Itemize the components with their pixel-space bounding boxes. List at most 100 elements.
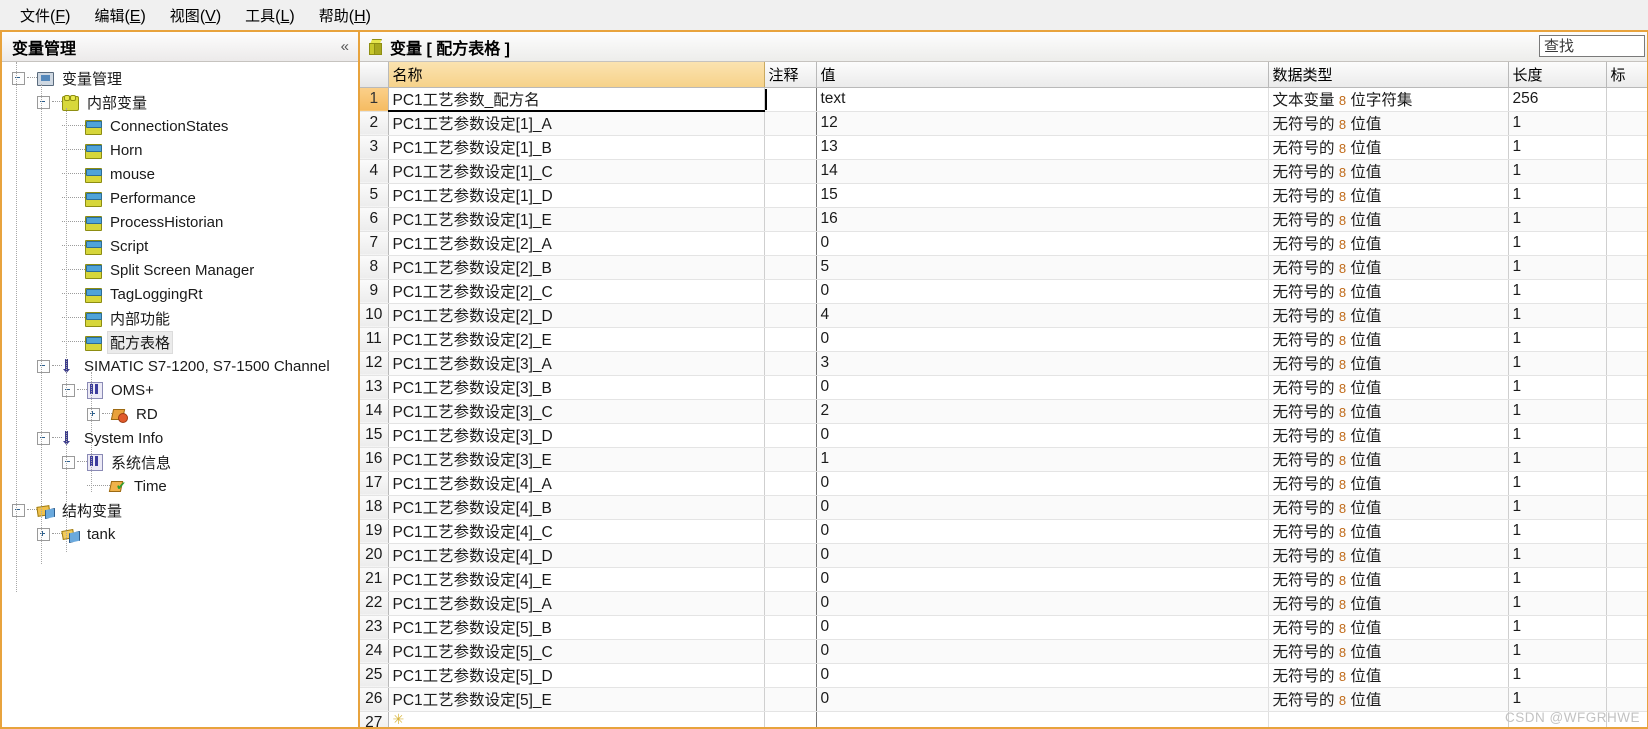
table-row[interactable]: 11 PC1工艺参数设定[2]_E 0 无符号的 8 位值 1 <box>360 327 1647 352</box>
cell-extra[interactable] <box>1606 159 1647 184</box>
column-header-comment[interactable]: 注释 <box>764 62 817 88</box>
search-input[interactable] <box>1539 35 1645 57</box>
table-row[interactable]: 2 PC1工艺参数设定[1]_A 12 无符号的 8 位值 1 <box>360 111 1647 136</box>
cell-comment[interactable] <box>764 279 817 304</box>
cell-value[interactable]: 15 <box>816 183 1269 208</box>
cell-type[interactable]: 无符号的 8 位值 <box>1268 231 1509 256</box>
cell-name[interactable]: PC1工艺参数设定[3]_A <box>388 351 765 376</box>
cell-value[interactable]: 0 <box>816 423 1269 448</box>
cell-extra[interactable] <box>1606 423 1647 448</box>
cell-comment[interactable] <box>764 351 817 376</box>
cell-value[interactable]: 0 <box>816 543 1269 568</box>
column-header-length[interactable]: 长度 <box>1508 62 1607 88</box>
tree-item-20[interactable]: tank <box>2 522 358 546</box>
collapse-panel-icon[interactable]: « <box>341 38 349 55</box>
tree-item-18[interactable]: Time <box>2 474 358 498</box>
cell-extra[interactable] <box>1606 591 1647 616</box>
cell-type[interactable]: 无符号的 8 位值 <box>1268 423 1509 448</box>
cell-type[interactable]: 无符号的 8 位值 <box>1268 663 1509 688</box>
cell-type[interactable]: 无符号的 8 位值 <box>1268 471 1509 496</box>
cell-extra[interactable] <box>1606 471 1647 496</box>
cell-name[interactable]: PC1工艺参数设定[4]_D <box>388 543 765 568</box>
cell-name[interactable]: PC1工艺参数_配方名 <box>388 87 765 112</box>
cell-length[interactable]: 1 <box>1508 183 1607 208</box>
column-header-type[interactable]: 数据类型 <box>1268 62 1509 88</box>
cell-extra[interactable] <box>1606 519 1647 544</box>
cell-rownum[interactable]: 14 <box>360 399 389 424</box>
cell-extra[interactable] <box>1606 303 1647 328</box>
cell-value[interactable]: 0 <box>816 567 1269 592</box>
cell-extra[interactable] <box>1606 111 1647 136</box>
collapse-icon[interactable] <box>62 455 75 469</box>
cell-comment[interactable] <box>764 543 817 568</box>
cell-comment[interactable] <box>764 687 817 712</box>
cell-type[interactable]: 无符号的 8 位值 <box>1268 447 1509 472</box>
cell-extra[interactable] <box>1606 543 1647 568</box>
cell-length[interactable]: 1 <box>1508 663 1607 688</box>
cell-value[interactable]: 0 <box>816 471 1269 496</box>
column-header-rownum[interactable] <box>360 62 389 88</box>
cell-name[interactable] <box>388 711 765 727</box>
tree-item-2[interactable]: 内部变量 <box>2 90 358 114</box>
column-header-name[interactable]: 名称 <box>388 62 765 88</box>
cell-extra[interactable] <box>1606 279 1647 304</box>
table-row[interactable]: 7 PC1工艺参数设定[2]_A 0 无符号的 8 位值 1 <box>360 231 1647 256</box>
collapse-icon[interactable] <box>62 383 75 397</box>
cell-comment[interactable] <box>764 87 817 112</box>
cell-type[interactable]: 无符号的 8 位值 <box>1268 591 1509 616</box>
collapse-icon[interactable] <box>37 431 50 445</box>
cell-rownum[interactable]: 23 <box>360 615 389 640</box>
tree-item-13[interactable]: SIMATIC S7-1200, S7-1500 Channel <box>2 354 358 378</box>
cell-rownum[interactable]: 17 <box>360 471 389 496</box>
cell-rownum[interactable]: 11 <box>360 327 389 352</box>
cell-name[interactable]: PC1工艺参数设定[1]_A <box>388 111 765 136</box>
cell-comment[interactable] <box>764 159 817 184</box>
cell-type[interactable]: 无符号的 8 位值 <box>1268 183 1509 208</box>
table-row[interactable]: 25 PC1工艺参数设定[5]_D 0 无符号的 8 位值 1 <box>360 663 1647 688</box>
cell-rownum[interactable]: 2 <box>360 111 389 136</box>
cell-type[interactable]: 无符号的 8 位值 <box>1268 207 1509 232</box>
table-row[interactable]: 4 PC1工艺参数设定[1]_C 14 无符号的 8 位值 1 <box>360 159 1647 184</box>
cell-value[interactable]: 4 <box>816 303 1269 328</box>
table-row[interactable]: 26 PC1工艺参数设定[5]_E 0 无符号的 8 位值 1 <box>360 687 1647 712</box>
cell-rownum[interactable]: 21 <box>360 567 389 592</box>
tree-item-3[interactable]: ConnectionStates <box>2 114 358 138</box>
cell-name[interactable]: PC1工艺参数设定[4]_C <box>388 519 765 544</box>
cell-length[interactable]: 1 <box>1508 159 1607 184</box>
cell-extra[interactable] <box>1606 447 1647 472</box>
cell-value[interactable]: 2 <box>816 399 1269 424</box>
cell-length[interactable]: 1 <box>1508 375 1607 400</box>
cell-value[interactable]: 12 <box>816 111 1269 136</box>
cell-name[interactable]: PC1工艺参数设定[5]_D <box>388 663 765 688</box>
variable-tree[interactable]: 变量管理 内部变量 ConnectionStates Horn mouse Perform… <box>2 62 358 727</box>
table-row[interactable]: 10 PC1工艺参数设定[2]_D 4 无符号的 8 位值 1 <box>360 303 1647 328</box>
cell-length[interactable]: 1 <box>1508 495 1607 520</box>
cell-value[interactable]: 0 <box>816 639 1269 664</box>
cell-type[interactable]: 无符号的 8 位值 <box>1268 639 1509 664</box>
cell-comment[interactable] <box>764 207 817 232</box>
cell-comment[interactable] <box>764 519 817 544</box>
cell-extra[interactable] <box>1606 399 1647 424</box>
collapse-icon[interactable] <box>37 359 50 373</box>
cell-comment[interactable] <box>764 495 817 520</box>
cell-rownum[interactable]: 27 <box>360 711 389 727</box>
cell-length[interactable]: 1 <box>1508 255 1607 280</box>
cell-comment[interactable] <box>764 111 817 136</box>
cell-rownum[interactable]: 9 <box>360 279 389 304</box>
menu-item-4[interactable]: 工具(L) <box>233 3 307 28</box>
cell-rownum[interactable]: 5 <box>360 183 389 208</box>
cell-name[interactable]: PC1工艺参数设定[4]_B <box>388 495 765 520</box>
table-row[interactable]: 9 PC1工艺参数设定[2]_C 0 无符号的 8 位值 1 <box>360 279 1647 304</box>
cell-comment[interactable] <box>764 327 817 352</box>
table-row[interactable]: 1 PC1工艺参数_配方名 text 文本变量 8 位字符集 256 <box>360 87 1647 112</box>
cell-type[interactable]: 无符号的 8 位值 <box>1268 255 1509 280</box>
table-row[interactable]: 12 PC1工艺参数设定[3]_A 3 无符号的 8 位值 1 <box>360 351 1647 376</box>
cell-extra[interactable] <box>1606 135 1647 160</box>
cell-length[interactable]: 1 <box>1508 231 1607 256</box>
cell-name[interactable]: PC1工艺参数设定[1]_E <box>388 207 765 232</box>
cell-type[interactable]: 无符号的 8 位值 <box>1268 687 1509 712</box>
cell-extra[interactable] <box>1606 375 1647 400</box>
cell-length[interactable]: 1 <box>1508 567 1607 592</box>
cell-length[interactable]: 1 <box>1508 423 1607 448</box>
cell-name[interactable]: PC1工艺参数设定[2]_C <box>388 279 765 304</box>
